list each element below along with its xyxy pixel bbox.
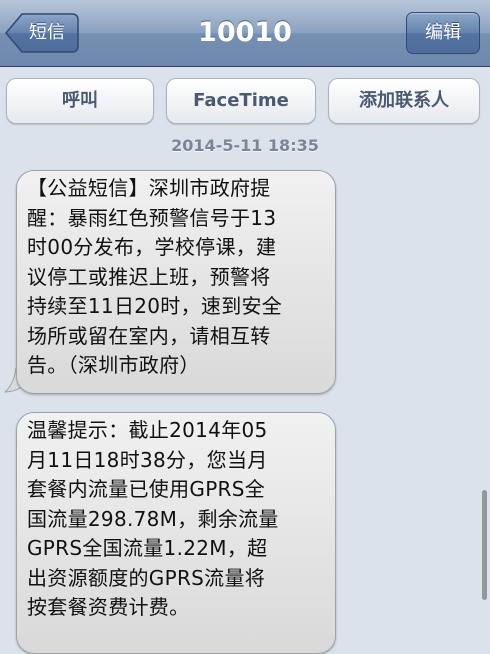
back-button[interactable]: 短信 bbox=[4, 12, 79, 54]
message-timestamp: 2014-5-11 18:35 bbox=[171, 136, 319, 155]
scroll-indicator[interactable] bbox=[482, 490, 487, 600]
navigation-bar: 10010 短信 编辑 bbox=[0, 0, 490, 67]
message-bubble[interactable]: 【公益短信】深圳市政府提 醒：暴雨红色预警信号于13 时00分发布，学校停课，建… bbox=[16, 170, 336, 394]
message-text: 【公益短信】深圳市政府提 醒：暴雨红色预警信号于13 时00分发布，学校停课，建… bbox=[27, 176, 283, 377]
contact-actions: 呼叫 FaceTime 添加联系人 bbox=[0, 66, 490, 130]
back-button-label: 短信 bbox=[29, 22, 65, 43]
message-text: 温馨提示：截止2014年05 月11日18时38分，您当月 套餐内流量已使用GP… bbox=[27, 418, 279, 619]
call-button[interactable]: 呼叫 bbox=[6, 78, 154, 124]
message-bubble[interactable]: 温馨提示：截止2014年05 月11日18时38分，您当月 套餐内流量已使用GP… bbox=[16, 412, 336, 654]
facetime-button[interactable]: FaceTime bbox=[166, 78, 316, 124]
add-contact-button[interactable]: 添加联系人 bbox=[328, 78, 480, 124]
edit-button[interactable]: 编辑 bbox=[406, 12, 480, 54]
